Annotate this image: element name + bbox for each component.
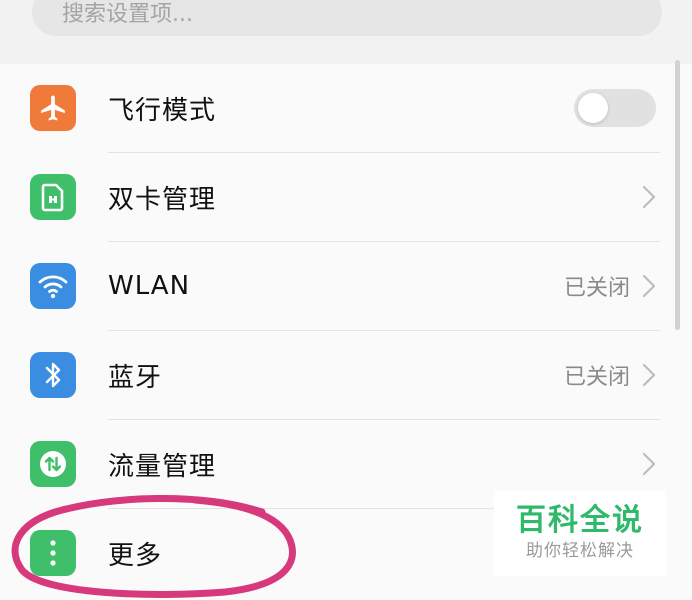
chevron-right-icon [642, 363, 656, 387]
bluetooth-status: 已关闭 [563, 365, 630, 390]
settings-row-label: WLAN [108, 271, 191, 301]
wifi-icon [30, 263, 76, 309]
airplane-mode-toggle[interactable] [574, 89, 656, 127]
scrollbar[interactable] [675, 60, 680, 330]
chevron-right-icon [642, 185, 656, 209]
settings-row-dual-sim[interactable]: 双卡管理 [0, 153, 692, 241]
toggle-knob [578, 93, 608, 123]
settings-row-label: 更多 [108, 540, 163, 571]
settings-row-bluetooth[interactable]: 蓝牙 已关闭 [0, 331, 692, 419]
more-vertical-icon [30, 530, 76, 576]
settings-row-label: 飞行模式 [108, 95, 217, 126]
chevron-right-icon [642, 452, 656, 476]
bluetooth-icon [30, 352, 76, 398]
search-area: 搜索设置项... [0, 0, 692, 48]
airplane-icon [30, 85, 76, 131]
wlan-status: 已关闭 [563, 276, 630, 301]
settings-row-label: 流量管理 [108, 451, 217, 482]
settings-row-label: 蓝牙 [108, 362, 163, 393]
sim-card-icon [30, 174, 76, 220]
watermark-title: 百科全说 [516, 503, 644, 538]
data-usage-icon [30, 441, 76, 487]
search-placeholder: 搜索设置项... [62, 2, 193, 27]
watermark-subtitle: 助你轻松解决 [526, 541, 634, 561]
chevron-right-icon [642, 274, 656, 298]
watermark-logo: 百科全说 助你轻松解决 [494, 490, 666, 576]
settings-row-airplane-mode[interactable]: 飞行模式 [0, 64, 692, 152]
search-input[interactable]: 搜索设置项... [32, 0, 662, 36]
settings-row-label: 双卡管理 [108, 184, 217, 215]
settings-row-wlan[interactable]: WLAN 已关闭 [0, 242, 692, 330]
